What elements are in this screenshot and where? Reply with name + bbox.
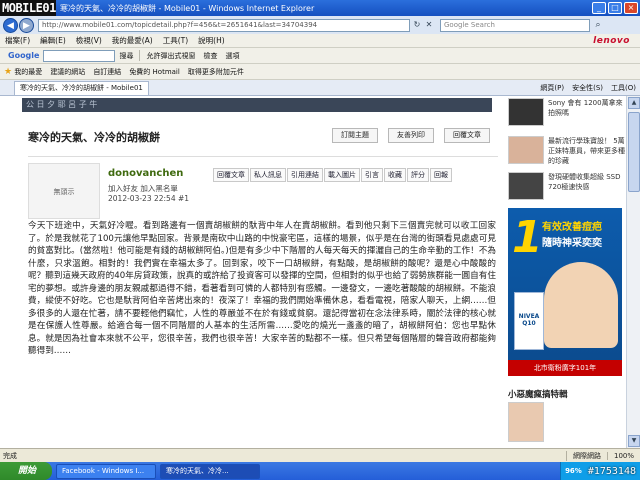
close-button[interactable]: × — [624, 2, 638, 14]
tool-quote[interactable]: 引言 — [361, 168, 383, 182]
options-button[interactable]: 選項 — [221, 51, 243, 61]
minimize-button[interactable]: _ — [592, 2, 606, 14]
phone-thumbnail — [508, 98, 544, 126]
google-logo: Google — [8, 51, 40, 60]
maximize-button[interactable]: □ — [608, 2, 622, 14]
site-nav-strip: 公 日 夕 耶 呂 子 牛 — [22, 98, 492, 112]
post-tools: 回覆文章 私人訊息 引用連結 載入圖片 引言 收藏 評分 回報 — [213, 168, 453, 182]
ssd-thumbnail — [508, 172, 544, 200]
lenovo-logo: lenovo — [593, 35, 630, 46]
sidebar-item-text: 發現硬體收集超級 SSD 720極速快感 — [548, 173, 621, 191]
post-title: 寒冷的天氣、冷冷的胡椒餅 — [28, 131, 160, 144]
task-facebook[interactable]: Facebook - Windows I... — [56, 463, 156, 479]
status-bar: 完成 網際網路 100% — [0, 448, 640, 462]
favorites-bar: ★ 我的最愛 建議的網站 自訂連結 免費的 Hotmail 取得更多附加元件 — [0, 64, 640, 80]
title-bar: MOBILE01 寒冷的天氣、冷冷的胡椒餅 - Mobile01 - Windo… — [0, 0, 640, 16]
tab-current[interactable]: 寒冷的天氣、冷冷的胡椒餅 - Mobile01 — [14, 80, 149, 95]
menu-help[interactable]: 說明(H) — [193, 35, 230, 46]
sidebar-item-text: 最新流行學珠寶設！ 5萬正妹特惠員，帶來更多種的珍藏 — [548, 137, 625, 165]
tool-favorite[interactable]: 收藏 — [384, 168, 406, 182]
fav-suggested-sites[interactable]: 建議的網站 — [46, 67, 89, 77]
favorites-label: 我的最愛 — [14, 67, 43, 76]
ad-model-image — [544, 262, 618, 348]
status-text: 完成 — [3, 451, 17, 460]
tab-row: 寒冷的天氣、冷冷的胡椒餅 - Mobile01 網頁(P) 安全性(S) 工具(… — [0, 80, 640, 96]
window-title: 寒冷的天氣、冷冷的胡椒餅 - Mobile01 - Windows Intern… — [60, 3, 315, 13]
menu-bar: 檔案(F) 編輯(E) 檢視(V) 我的最愛(A) 工具(T) 說明(H) le… — [0, 34, 640, 48]
search-input[interactable]: Google Search — [440, 18, 590, 32]
tool-message[interactable]: 私人訊息 — [250, 168, 286, 182]
tool-load-images[interactable]: 載入圖片 — [324, 168, 360, 182]
back-button[interactable]: ◀ — [3, 17, 18, 33]
tool-rate[interactable]: 評分 — [407, 168, 429, 182]
menu-view[interactable]: 檢視(V) — [71, 35, 107, 46]
google-search-button[interactable]: 搜尋 — [115, 51, 137, 61]
post-body-text: 今天下班途中，天氣好冷喔。看到路邊有一個賣胡椒餅的馱背中年人在賣胡椒餅。看到他只… — [28, 221, 496, 356]
mobile01-logo: MOBILE01 — [0, 0, 56, 16]
sidebar-photo[interactable] — [508, 402, 544, 442]
google-toolbar: Google 搜尋 允許彈出式視窗 檢查 選項 — [0, 48, 640, 64]
fav-addons[interactable]: 取得更多附加元件 — [184, 67, 248, 77]
ad-product: NIVEA Q10 — [514, 292, 544, 350]
ad-headline-1: 有效改善痘疤 — [542, 222, 602, 233]
check-button[interactable]: 檢查 — [199, 51, 221, 61]
tool-reply[interactable]: 回覆文章 — [213, 168, 249, 182]
search-icon[interactable]: ⌕ — [591, 19, 605, 32]
author-name[interactable]: donovanchen — [108, 168, 183, 179]
sidebar-item[interactable]: Sony 會有 1200萬拿來拍照嗎 — [506, 98, 626, 128]
stop-icon[interactable]: ✕ — [424, 19, 434, 31]
nivea-ad[interactable]: 1 有效改善痘疤 隨時神采奕奕 NIVEA Q10 北市衛粉廣字101年 — [508, 208, 622, 376]
cmd-page[interactable]: 網頁(P) — [536, 83, 568, 93]
model-thumbnail — [508, 136, 544, 164]
post-time: 2012-03-23 22:54 #1 — [108, 194, 190, 203]
cmd-safety[interactable]: 安全性(S) — [568, 83, 607, 93]
ad-number: 1 — [512, 212, 543, 263]
refresh-icon[interactable]: ↻ — [412, 19, 422, 31]
tool-report[interactable]: 回報 — [430, 168, 452, 182]
post-body: 今天下班途中，天氣好冷喔。看到路邊有一個賣胡椒餅的馱背中年人在賣胡椒餅。看到他只… — [28, 220, 496, 358]
cmd-tools[interactable]: 工具(O) — [607, 83, 640, 93]
start-button[interactable]: 開始 — [0, 462, 52, 480]
subscribe-button[interactable]: 訂閱主題 — [332, 128, 378, 143]
zoom-level[interactable]: 100% — [606, 451, 640, 460]
taskbar: 開始 Facebook - Windows I... 寒冷的天氣、冷冷... 9… — [0, 462, 640, 480]
sidebar-section-title[interactable]: 小惡魔瘋搞特輯 — [508, 388, 568, 400]
address-bar: ◀ ▶ http://www.mobile01.com/topicdetail.… — [0, 16, 640, 34]
tool-link[interactable]: 引用連結 — [287, 168, 323, 182]
watermark: #1753148 — [587, 465, 636, 477]
print-button[interactable]: 友善列印 — [388, 128, 434, 143]
popup-blocker-button[interactable]: 允許彈出式視窗 — [142, 51, 199, 61]
scroll-up-arrow[interactable]: ▲ — [628, 97, 640, 109]
battery-percent: 96% — [565, 467, 582, 475]
sidebar: Sony 會有 1200萬拿來拍照嗎 最新流行學珠寶設！ 5萬正妹特惠員，帶來更… — [506, 96, 626, 448]
system-tray: 96% #1753148 — [560, 462, 640, 480]
post-header: 無頭示 donovanchen 加入好友 加入黑名單 2012-03-23 22… — [28, 156, 498, 222]
fav-custom-links[interactable]: 自訂連結 — [89, 67, 125, 77]
scroll-down-arrow[interactable]: ▼ — [628, 435, 640, 447]
forward-button[interactable]: ▶ — [19, 17, 34, 33]
url-field[interactable]: http://www.mobile01.com/topicdetail.php?… — [38, 18, 410, 32]
ad-footer: 北市衛粉廣字101年 — [508, 360, 622, 376]
reply-button[interactable]: 回覆文章 — [444, 128, 490, 143]
google-search-input[interactable] — [43, 49, 116, 62]
toolbar-divider — [139, 50, 141, 61]
menu-file[interactable]: 檔案(F) — [0, 35, 35, 46]
avatar: 無頭示 — [28, 163, 100, 219]
star-icon: ★ — [4, 66, 13, 77]
favorites-button[interactable]: ★ 我的最愛 — [0, 67, 46, 77]
vertical-scrollbar[interactable]: ▲ ▼ — [626, 96, 640, 448]
task-mobile01[interactable]: 寒冷的天氣、冷冷... — [160, 463, 260, 479]
author-links[interactable]: 加入好友 加入黑名單 — [108, 183, 178, 194]
sidebar-item[interactable]: 最新流行學珠寶設！ 5萬正妹特惠員，帶來更多種的珍藏 — [506, 136, 626, 166]
menu-edit[interactable]: 編輯(E) — [35, 35, 71, 46]
scroll-thumb[interactable] — [628, 112, 640, 192]
security-zone: 網際網路 — [565, 450, 607, 461]
menu-favorites[interactable]: 我的最愛(A) — [107, 35, 158, 46]
sidebar-item[interactable]: 發現硬體收集超級 SSD 720極速快感 — [506, 172, 626, 202]
menu-tools[interactable]: 工具(T) — [158, 35, 193, 46]
page-content: 公 日 夕 耶 呂 子 牛 寒冷的天氣、冷冷的胡椒餅 訂閱主題 友善列印 回覆文… — [0, 96, 626, 448]
fav-hotmail[interactable]: 免費的 Hotmail — [125, 67, 184, 77]
ad-headline-2: 隨時神采奕奕 — [542, 238, 602, 249]
sidebar-item-text: Sony 會有 1200萬拿來拍照嗎 — [548, 99, 623, 117]
